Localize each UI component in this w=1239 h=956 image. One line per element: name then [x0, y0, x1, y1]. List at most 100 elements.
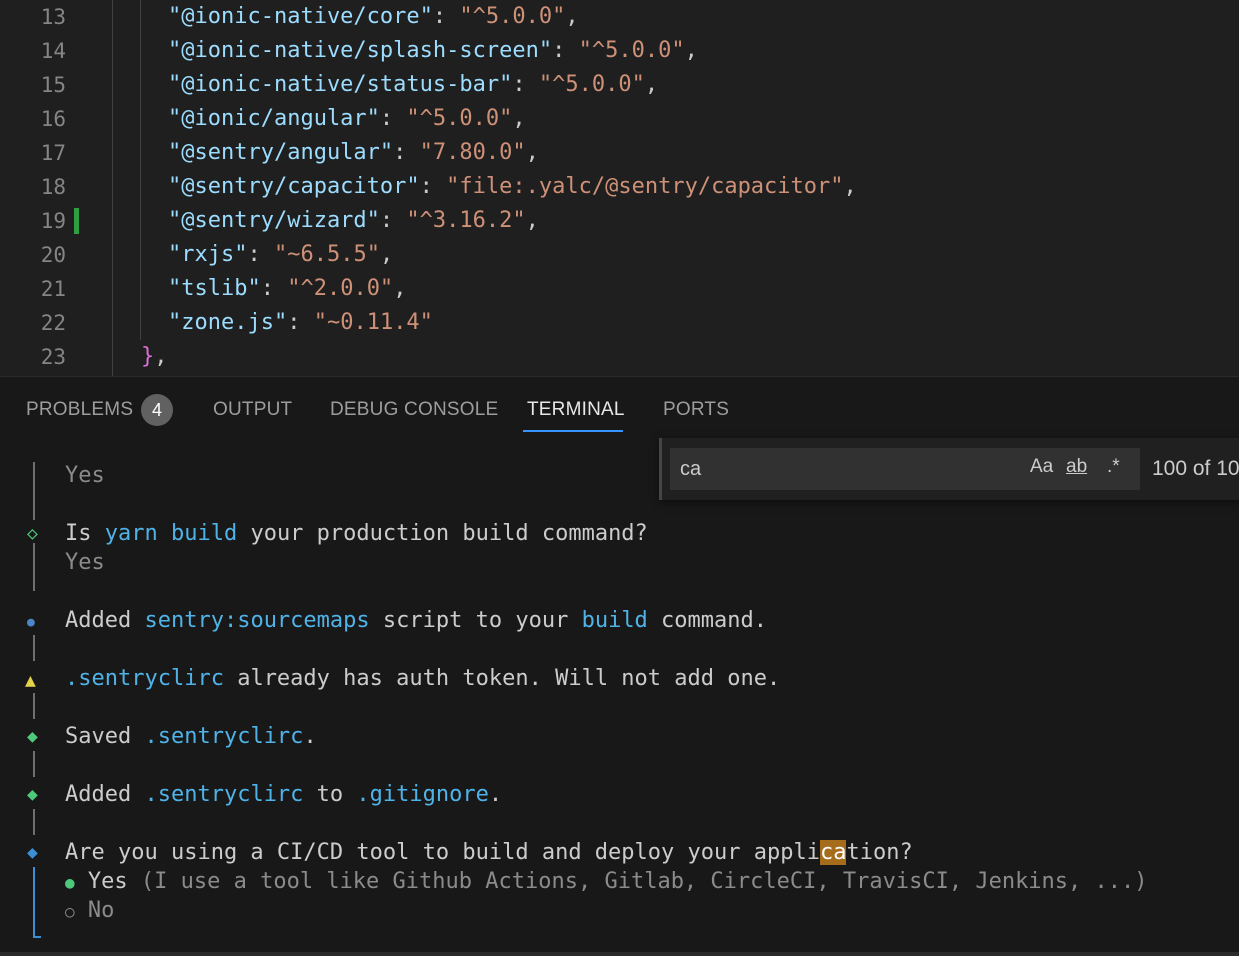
json-value: "7.80.0" [419, 140, 526, 165]
warning-icon: ▲ [25, 670, 36, 691]
json-key: "zone.js" [168, 310, 288, 335]
json-value: "file:.yalc/@sentry/capacitor" [446, 174, 844, 199]
option-no[interactable]: ○ No [65, 896, 114, 927]
active-diamond-icon: ◆ [27, 842, 38, 863]
colon: : [393, 140, 420, 165]
json-key: "@ionic-native/core" [168, 4, 433, 29]
code-text: "@sentry/wizard": "^3.16.2", [168, 204, 539, 238]
prompt-connector [33, 635, 35, 661]
prompt-connector [33, 543, 35, 591]
option-label: Yes [87, 869, 128, 894]
comma: , [843, 174, 857, 199]
prompt-connector [33, 693, 35, 719]
line-number: 19 [40, 209, 66, 233]
prompt-connector [33, 809, 35, 835]
comma: , [644, 72, 659, 97]
json-value: "^3.16.2" [406, 208, 526, 233]
code-line: 15 "@ionic-native/status-bar": "^5.0.0", [0, 68, 1239, 102]
json-value: "^5.0.0" [406, 106, 513, 131]
terminal-line: Are you using a CI/CD tool to build and … [65, 838, 913, 868]
whole-word-toggle[interactable]: ab [1066, 456, 1087, 478]
file-name: .sentryclirc [65, 666, 224, 691]
json-key: "@ionic/angular" [168, 106, 380, 131]
success-diamond-icon: ◆ [27, 726, 38, 747]
terminal-line: Yes [65, 461, 105, 491]
code-text: }, [141, 340, 168, 374]
colon: : [260, 276, 288, 301]
text: Added [65, 782, 145, 807]
selected-radio-icon: ● [65, 873, 75, 892]
regex-toggle[interactable]: .* [1107, 456, 1120, 478]
terminal-line: Added sentry:sourcemaps script to your b… [65, 606, 767, 636]
file-name: .sentryclirc [144, 782, 304, 807]
line-number: 17 [40, 141, 66, 165]
line-number: 22 [40, 311, 66, 335]
git-added-marker [74, 208, 79, 234]
colon: : [379, 208, 407, 233]
question-text: Are you using a CI/CD tool to build and … [65, 840, 820, 865]
active-prompt-end [33, 936, 41, 938]
json-value: "^5.0.0" [459, 4, 566, 29]
comma: , [393, 276, 407, 301]
text: already has auth token. Will not add one… [223, 666, 781, 691]
question-text: tion? [846, 840, 913, 865]
prompt-connector [33, 462, 35, 520]
terminal-line: Yes [65, 548, 105, 578]
code-text: "@sentry/angular": "7.80.0", [168, 136, 539, 170]
line-number: 20 [40, 243, 66, 267]
code-line: 20 "rxjs": "~6.5.5", [0, 238, 1239, 272]
json-value: "~0.11.4" [313, 310, 433, 335]
json-key: "@sentry/capacitor" [168, 174, 420, 199]
json-key: "tslib" [168, 276, 261, 301]
match-case-toggle[interactable]: Aa [1030, 456, 1053, 478]
option-yes[interactable]: ● Yes (I use a tool like Github Actions,… [65, 867, 1148, 898]
json-key: "@sentry/angular" [168, 140, 394, 165]
comma: , [525, 140, 539, 165]
closing-brace: } [141, 344, 155, 369]
code-line: 19 "@sentry/wizard": "^3.16.2", [0, 204, 1239, 238]
colon: : [419, 174, 447, 199]
comma: , [512, 106, 526, 131]
colon: : [432, 4, 460, 29]
code-line: 23 }, [0, 340, 1239, 374]
match-count: 100 of 10 [1152, 457, 1239, 480]
command-highlight: yarn build [104, 521, 238, 546]
file-name: .gitignore [356, 782, 489, 807]
comma: , [525, 208, 539, 233]
command-name: build [581, 608, 648, 633]
code-line: 14 "@ionic-native/splash-screen": "^5.0.0… [0, 34, 1239, 68]
text: Added [65, 608, 145, 633]
comma: , [684, 38, 698, 63]
colon: : [247, 242, 274, 267]
answer-text: Yes [65, 550, 105, 575]
find-widget: Aa ab .* 100 of 10 [659, 438, 1239, 500]
code-text: "rxjs": "~6.5.5", [168, 238, 393, 272]
text: your production build command? [237, 521, 648, 546]
line-number: 16 [40, 107, 66, 131]
line-number: 15 [40, 73, 66, 97]
code-text: "tslib": "^2.0.0", [168, 272, 406, 306]
option-label: No [87, 898, 115, 923]
diamond-outline-icon: ◇ [27, 523, 38, 544]
text: Saved [65, 724, 145, 749]
line-number: 21 [40, 277, 66, 301]
prompt-connector [33, 751, 35, 777]
text: . [303, 724, 317, 749]
option-hint: (I use a tool like Github Actions, Gitla… [127, 869, 1148, 894]
code-text: "@ionic-native/status-bar": "^5.0.0", [168, 68, 658, 102]
json-value: "^2.0.0" [287, 276, 394, 301]
line-number: 14 [40, 39, 66, 63]
text: Is [65, 521, 105, 546]
json-key: "rxjs" [168, 242, 248, 267]
code-editor[interactable]: 13 "@ionic-native/core": "^5.0.0", 14 "@ion… [0, 0, 1239, 376]
text: command. [647, 608, 768, 633]
code-text: "zone.js": "~0.11.4" [168, 306, 433, 340]
answer-text: Yes [65, 463, 105, 488]
comma: , [379, 242, 394, 267]
json-value: "^5.0.0" [578, 38, 685, 63]
code-text: "@ionic-native/core": "^5.0.0", [168, 0, 579, 34]
json-key: "@ionic-native/splash-screen" [168, 38, 553, 63]
colon: : [287, 310, 314, 335]
code-line: 16 "@ionic/angular": "^5.0.0", [0, 102, 1239, 136]
code-line: 22 "zone.js": "~0.11.4" [0, 306, 1239, 340]
